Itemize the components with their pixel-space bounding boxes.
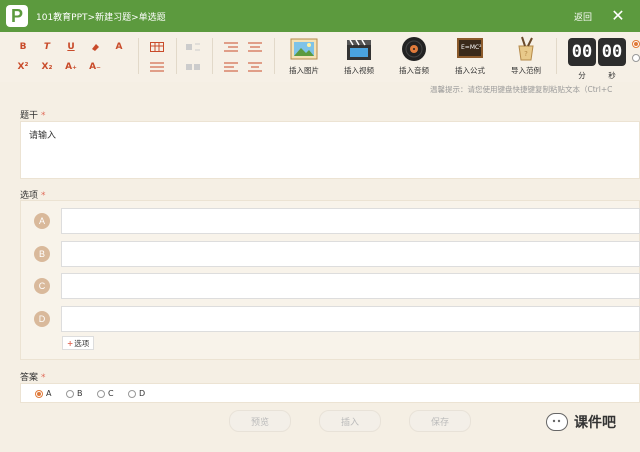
timer-mode-radio-1[interactable] xyxy=(632,40,640,48)
answer-radio-b[interactable]: B xyxy=(66,389,83,398)
option-b-badge: B xyxy=(34,246,50,262)
timer-minutes[interactable]: 00 xyxy=(568,38,596,66)
font-size-increase-button[interactable]: A₊ xyxy=(64,62,78,72)
brush-pot-icon: ? xyxy=(511,36,541,62)
picture-icon xyxy=(289,36,319,62)
line-spacing-icon[interactable] xyxy=(248,62,262,72)
preview-button[interactable]: 预览 xyxy=(229,410,291,432)
insert-picture-button[interactable]: 插入图片 xyxy=(280,36,328,76)
option-a-input[interactable] xyxy=(61,208,640,234)
answer-radio-d[interactable]: D xyxy=(128,389,145,398)
bold-button[interactable]: B xyxy=(16,42,30,52)
stem-input[interactable]: 请输入 xyxy=(20,121,640,179)
superscript-button[interactable]: X² xyxy=(16,62,30,72)
formula-board-icon: E=MC² xyxy=(455,36,485,62)
back-button[interactable]: 返回 xyxy=(574,10,592,23)
toolbar-divider xyxy=(176,38,177,74)
table-icon[interactable] xyxy=(150,42,164,52)
toolbar: B T U A X² X₂ A₊ A₋ 插入图片 插入视频 插入音频 E=MC²… xyxy=(0,32,640,82)
italic-button[interactable]: T xyxy=(40,42,54,52)
insert-video-button[interactable]: 插入视频 xyxy=(335,36,383,76)
insert-formula-button[interactable]: E=MC² 插入公式 xyxy=(446,36,494,76)
toolbar-divider xyxy=(274,38,275,74)
timer-mode-radio-2[interactable] xyxy=(632,54,640,62)
add-option-button[interactable]: + 选项 xyxy=(62,336,95,350)
radio-unchecked-icon xyxy=(66,389,74,398)
stem-label: 题干 * xyxy=(20,111,46,121)
close-icon[interactable]: ✕ xyxy=(608,6,628,26)
timer-minutes-label: 分 xyxy=(578,71,586,80)
radio-unchecked-icon xyxy=(97,389,105,398)
align-center-icon[interactable] xyxy=(248,42,262,52)
timer-seconds[interactable]: 00 xyxy=(598,38,626,66)
chat-bubble-icon xyxy=(546,413,568,431)
vinyl-record-icon xyxy=(399,36,429,62)
breadcrumb-item-new-exercise[interactable]: 新建习题 xyxy=(95,13,131,23)
breadcrumb-item-home[interactable]: 101教育PPT xyxy=(36,13,88,23)
radio-unchecked-icon xyxy=(128,389,136,398)
font-color-button[interactable]: A xyxy=(112,42,126,52)
save-button[interactable]: 保存 xyxy=(409,410,471,432)
option-b-input[interactable] xyxy=(61,241,640,267)
option-c-badge: C xyxy=(34,278,50,294)
toolbar-divider xyxy=(212,38,213,74)
list-indent-icon[interactable] xyxy=(186,42,200,52)
answer-panel: A B C D xyxy=(20,383,640,403)
answer-radio-a[interactable]: A xyxy=(35,389,51,398)
watermark: 课件吧 xyxy=(546,412,616,432)
answer-label: 答案 * xyxy=(20,373,46,383)
eraser-icon[interactable] xyxy=(88,42,102,55)
align-left-icon[interactable] xyxy=(224,62,238,72)
option-d-input[interactable] xyxy=(61,306,640,332)
breadcrumb-item-single-choice: 单选题 xyxy=(138,12,166,23)
option-c-input[interactable] xyxy=(61,273,640,299)
option-d-badge: D xyxy=(34,311,50,327)
app-logo-icon: P xyxy=(6,5,28,27)
list-outdent-icon[interactable] xyxy=(186,62,200,72)
stem-placeholder: 请输入 xyxy=(29,131,57,141)
import-example-button[interactable]: ? 导入范例 xyxy=(502,36,550,76)
paste-hint: 温馨提示：请您使用键盘快捷键复制粘贴文本（Ctrl+C xyxy=(430,85,613,94)
align-right-icon[interactable] xyxy=(224,42,238,52)
plus-icon: + xyxy=(67,338,74,348)
toolbar-divider xyxy=(556,38,557,74)
toolbar-divider xyxy=(138,38,139,74)
title-bar: P 101教育PPT>新建习题>单选题 返回 ✕ xyxy=(0,0,640,32)
insert-button[interactable]: 插入 xyxy=(319,410,381,432)
align-justify-icon[interactable] xyxy=(150,62,164,72)
svg-text:?: ? xyxy=(524,50,528,58)
clapperboard-icon xyxy=(344,36,374,62)
radio-checked-icon xyxy=(35,389,43,398)
option-a-badge: A xyxy=(34,213,50,229)
underline-button[interactable]: U xyxy=(64,42,78,52)
insert-audio-button[interactable]: 插入音频 xyxy=(390,36,438,76)
font-size-decrease-button[interactable]: A₋ xyxy=(88,62,102,72)
breadcrumb: 101教育PPT>新建习题>单选题 xyxy=(36,12,166,23)
answer-radio-c[interactable]: C xyxy=(97,389,114,398)
subscript-button[interactable]: X₂ xyxy=(40,62,54,72)
timer-seconds-label: 秒 xyxy=(608,71,616,80)
